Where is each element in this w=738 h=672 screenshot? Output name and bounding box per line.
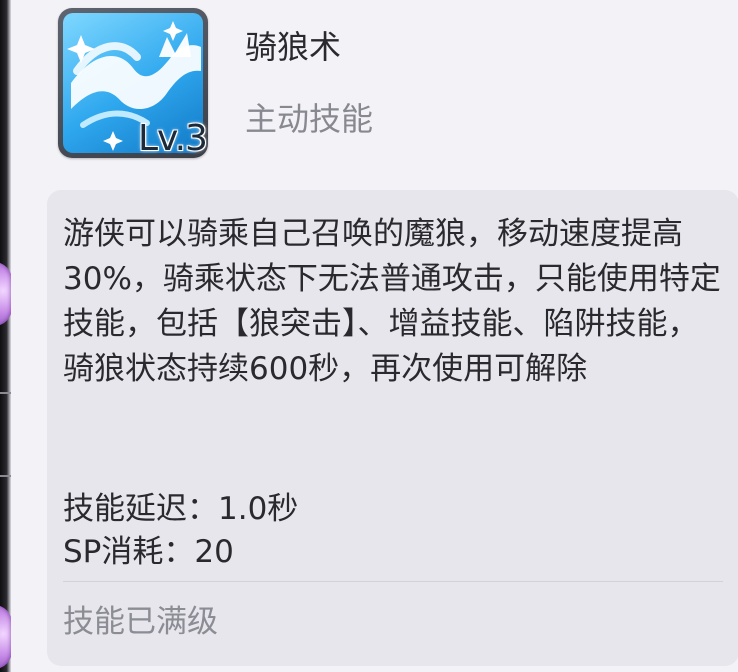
skill-delay: 技能延迟：1.0秒 bbox=[63, 491, 299, 527]
strip-divider bbox=[0, 392, 11, 394]
strip-divider bbox=[0, 475, 11, 477]
max-level-status: 技能已满级 bbox=[63, 604, 218, 640]
left-edge-strip bbox=[0, 0, 12, 672]
skill-type: 主动技能 bbox=[245, 100, 374, 138]
skill-level-badge: Lv.3 bbox=[138, 118, 208, 159]
skill-name: 骑狼术 bbox=[245, 28, 342, 66]
skill-detail-panel: Lv.3 骑狼术 主动技能 游侠可以骑乘自己召唤的魔狼，移动速度提高30%，骑乘… bbox=[11, 0, 738, 672]
sp-cost: SP消耗：20 bbox=[63, 534, 234, 570]
skill-description: 游侠可以骑乘自己召唤的魔狼，移动速度提高30%，骑乘状态下无法普通攻击，只能使用… bbox=[63, 216, 721, 387]
divider bbox=[63, 581, 723, 582]
skill-icon-frame[interactable]: Lv.3 bbox=[58, 8, 208, 159]
